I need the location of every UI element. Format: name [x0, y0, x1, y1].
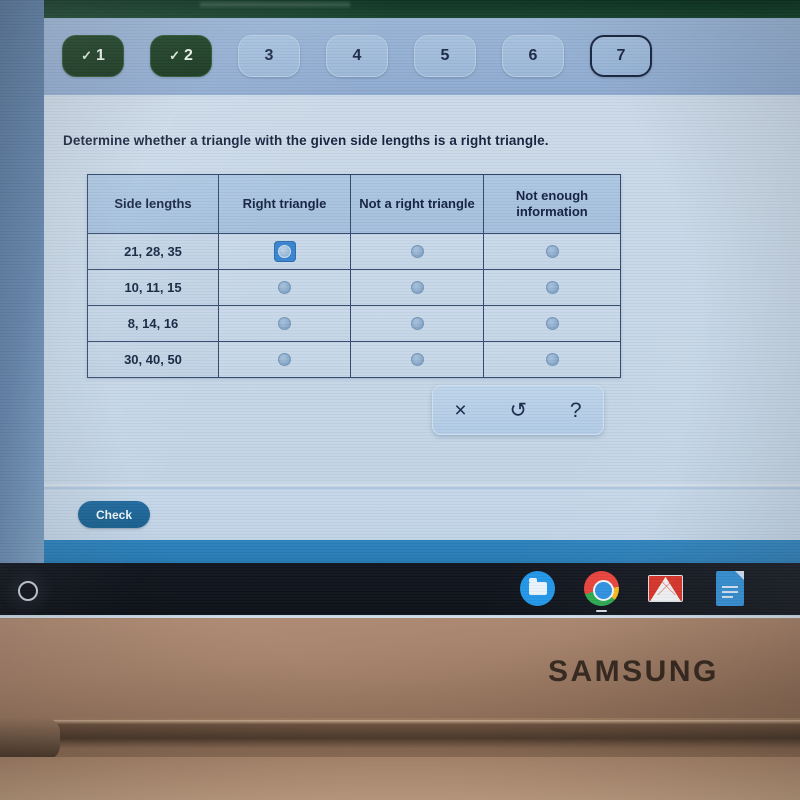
launcher-button-icon[interactable] [18, 581, 38, 601]
screen-left-edge [0, 0, 44, 563]
check-icon: ✓ [81, 48, 92, 63]
gmail-icon [648, 575, 683, 602]
step-label: 5 [440, 47, 450, 64]
radio-button-icon[interactable] [278, 352, 291, 366]
step-label: 2 [184, 47, 193, 64]
radio-cell-right-triangle[interactable] [218, 305, 351, 342]
radio-button-icon[interactable] [410, 244, 424, 258]
radio-cell-not-enough-information[interactable] [483, 305, 621, 342]
step-label: 7 [616, 47, 626, 64]
hinge-cap [0, 718, 60, 760]
browser-tab-ghost [200, 2, 350, 7]
footer-divider [30, 487, 800, 489]
laptop-hinge [0, 718, 800, 758]
radio-slot [406, 349, 428, 370]
browser-top-bar [30, 0, 800, 18]
step-pill-3[interactable]: 3 [238, 35, 300, 77]
laptop-screen: ✓ 1 ✓ 2 3 4 5 6 7 Determine whether a tr… [0, 0, 800, 618]
radio-cell-not-enough-information[interactable] [483, 341, 621, 378]
radio-button-icon[interactable] [278, 316, 291, 330]
step-label: 3 [264, 47, 274, 64]
side-lengths-value: 21, 28, 35 [87, 233, 219, 270]
docs-icon [716, 571, 744, 606]
radio-button-icon[interactable] [545, 352, 559, 366]
laptop-deck [0, 757, 800, 800]
photo-of-laptop-screen: SAMSUNG ✓ 1 ✓ 2 3 4 5 6 7 Determine whet… [0, 0, 800, 800]
progress-steps: ✓ 1 ✓ 2 3 4 5 6 7 [62, 35, 652, 77]
radio-cell-not-a-right-triangle[interactable] [350, 233, 484, 270]
table-header-row: Side lengths Right triangle Not a right … [87, 174, 621, 234]
radio-button-icon[interactable] [545, 244, 559, 258]
radio-button-icon[interactable] [545, 316, 559, 330]
check-icon: ✓ [169, 48, 180, 63]
radio-button-icon[interactable] [410, 280, 424, 294]
radio-slot [406, 277, 428, 298]
step-pill-6[interactable]: 6 [502, 35, 564, 77]
step-pill-4[interactable]: 4 [326, 35, 388, 77]
shelf-app-chrome[interactable] [584, 571, 619, 612]
radio-slot [274, 277, 296, 298]
radio-cell-not-enough-information[interactable] [483, 233, 621, 270]
radio-button-icon[interactable] [545, 280, 559, 294]
step-pill-1[interactable]: ✓ 1 [62, 35, 124, 77]
radio-button-icon[interactable] [410, 316, 424, 330]
shelf-app-files[interactable] [520, 571, 555, 606]
step-label: 6 [528, 47, 538, 64]
side-lengths-value: 10, 11, 15 [87, 269, 219, 306]
step-label: 4 [352, 47, 362, 64]
step-pill-7[interactable]: 7 [590, 35, 652, 77]
radio-slot [541, 313, 563, 334]
radio-slot [274, 313, 296, 334]
files-icon [520, 571, 555, 606]
radio-slot [406, 241, 428, 262]
help-icon[interactable]: ? [570, 400, 582, 421]
column-header-not-a-right-triangle: Not a right triangle [350, 174, 484, 234]
radio-cell-not-enough-information[interactable] [483, 269, 621, 306]
table-row: 8, 14, 16 [87, 305, 621, 342]
shelf-app-gmail[interactable] [648, 571, 683, 606]
table-row: 21, 28, 35 [87, 233, 621, 270]
radio-cell-not-a-right-triangle[interactable] [350, 305, 484, 342]
samsung-brand-logo: SAMSUNG [548, 655, 719, 688]
radio-cell-not-a-right-triangle[interactable] [350, 341, 484, 378]
radio-cell-right-triangle[interactable] [218, 233, 351, 270]
table-row: 30, 40, 50 [87, 341, 621, 378]
column-header-not-enough-information: Not enough information [483, 174, 621, 234]
side-lengths-value: 8, 14, 16 [87, 305, 219, 342]
radio-button-icon[interactable] [278, 280, 291, 294]
radio-cell-not-a-right-triangle[interactable] [350, 269, 484, 306]
column-header-side-lengths: Side lengths [87, 174, 219, 234]
radio-slot [541, 241, 563, 262]
answer-tools-palette: × ↺ ? [432, 385, 604, 435]
radio-slot [541, 277, 563, 298]
column-header-right-triangle: Right triangle [218, 174, 351, 234]
radio-slot [274, 349, 296, 370]
page-bottom-strip [30, 540, 800, 563]
question-prompt: Determine whether a triangle with the gi… [63, 133, 549, 148]
check-button[interactable]: Check [78, 501, 150, 528]
chrome-icon [584, 571, 619, 606]
table-row: 10, 11, 15 [87, 269, 621, 306]
step-pill-5[interactable]: 5 [414, 35, 476, 77]
radio-button-icon[interactable] [410, 352, 424, 366]
answer-table: Side lengths Right triangle Not a right … [87, 174, 621, 378]
active-app-indicator [596, 609, 607, 612]
chromeos-shelf [0, 563, 800, 615]
radio-cell-right-triangle[interactable] [218, 341, 351, 378]
radio-slot [541, 349, 563, 370]
undo-icon[interactable]: ↺ [509, 400, 527, 421]
radio-cell-right-triangle[interactable] [218, 269, 351, 306]
side-lengths-value: 30, 40, 50 [87, 341, 219, 378]
shelf-app-docs[interactable] [712, 571, 747, 606]
radio-slot [406, 313, 428, 334]
step-pill-2[interactable]: ✓ 2 [150, 35, 212, 77]
clear-icon[interactable]: × [454, 400, 466, 421]
shelf-app-icons [520, 571, 747, 612]
radio-focus-ring [273, 240, 296, 262]
step-label: 1 [96, 47, 105, 64]
radio-button-icon[interactable] [278, 244, 291, 258]
